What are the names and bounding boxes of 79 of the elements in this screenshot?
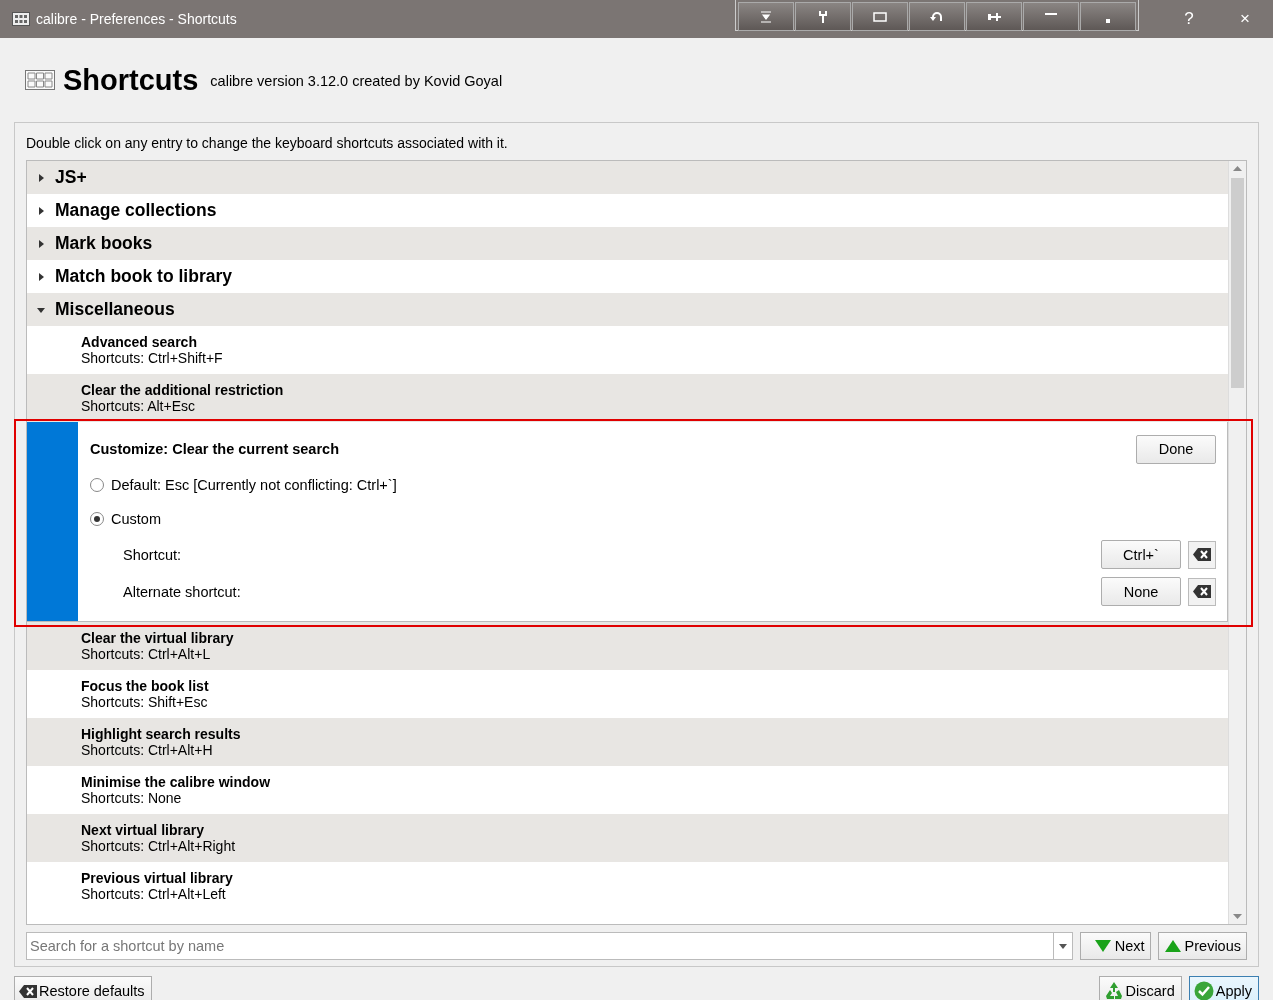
version-text: calibre version 3.12.0 created by Kovid Goyal bbox=[210, 73, 503, 89]
shortcut-name: Previous virtual library bbox=[81, 870, 233, 886]
shortcut-name: Clear the virtual library bbox=[81, 630, 234, 646]
search-field[interactable]: Search for a shortcut by name bbox=[26, 932, 1053, 960]
help-button[interactable]: ? bbox=[1161, 0, 1217, 38]
backspace-icon bbox=[1193, 585, 1211, 598]
toolbar-button[interactable] bbox=[795, 2, 851, 31]
field-label: Alternate shortcut: bbox=[123, 583, 242, 600]
radio-button[interactable] bbox=[90, 512, 104, 526]
window-title: calibre - Preferences - Shortcuts bbox=[36, 11, 238, 27]
toolbar-button[interactable] bbox=[909, 2, 965, 31]
shortcut-keys: Shortcuts: Ctrl+Alt+Right bbox=[81, 838, 236, 854]
shortcut-keys: Shortcuts: Shift+Esc bbox=[81, 694, 208, 710]
previous-button[interactable]: Previous bbox=[1157, 932, 1247, 960]
recycle-icon bbox=[1103, 981, 1124, 1000]
dropdown-button[interactable] bbox=[1052, 932, 1073, 960]
shortcut-keys: Shortcuts: Ctrl+Alt+L bbox=[81, 646, 211, 662]
tree-group[interactable]: JS+ bbox=[27, 161, 1228, 194]
toolbar-button[interactable] bbox=[966, 2, 1022, 31]
scrollbar[interactable] bbox=[1228, 161, 1246, 924]
group-label: JS+ bbox=[55, 167, 87, 188]
up-triangle-icon bbox=[1164, 940, 1181, 952]
shortcut-keys: Shortcuts: Ctrl+Shift+F bbox=[81, 350, 223, 366]
shortcut-name: Minimise the calibre window bbox=[81, 774, 271, 790]
clear-button[interactable] bbox=[1188, 540, 1216, 569]
shortcut-keys: Shortcuts: Alt+Esc bbox=[81, 398, 195, 414]
radio-button[interactable] bbox=[90, 478, 104, 492]
shortcut-keys: Shortcuts: None bbox=[81, 790, 182, 806]
done-button[interactable]: Done bbox=[1136, 434, 1216, 464]
apply-button[interactable]: Apply bbox=[1188, 976, 1259, 1000]
toolbar-button[interactable] bbox=[738, 2, 794, 31]
expanded-caret-icon[interactable] bbox=[37, 305, 45, 314]
toolbar-button[interactable] bbox=[1023, 2, 1079, 31]
group-label: Miscellaneous bbox=[55, 299, 175, 320]
next-button[interactable]: Next bbox=[1079, 932, 1151, 960]
radio-label[interactable]: Custom bbox=[111, 511, 161, 527]
page-title: Shortcuts bbox=[63, 63, 199, 97]
shortcut-name: Clear the additional restriction bbox=[81, 382, 284, 398]
shortcut-entry[interactable]: Next virtual library Shortcuts: Ctrl+Alt+Right bbox=[27, 814, 1228, 862]
toolbar-button[interactable] bbox=[1080, 2, 1136, 31]
keyboard-icon bbox=[12, 12, 30, 26]
shortcut-entry[interactable]: Clear the additional restriction Shortcuts: Alt+Esc bbox=[27, 374, 1228, 422]
shortcut-name: Focus the book list bbox=[81, 678, 209, 694]
shortcut-keys: Shortcuts: Ctrl+Alt+H bbox=[81, 742, 213, 758]
group-label: Mark books bbox=[55, 233, 153, 254]
close-button[interactable]: × bbox=[1217, 0, 1273, 38]
shortcut-name: Advanced search bbox=[81, 334, 197, 350]
shortcut-key-button[interactable]: None bbox=[1101, 577, 1181, 606]
shortcut-name: Next virtual library bbox=[81, 822, 204, 838]
radio-label[interactable]: Default: Esc [Currently not conflicting: Ctrl+`] bbox=[111, 477, 397, 493]
scroll-thumb[interactable] bbox=[1231, 178, 1244, 388]
caret-icon bbox=[1058, 943, 1067, 949]
group-label: Manage collections bbox=[55, 200, 217, 221]
minimize-icon bbox=[1045, 12, 1057, 15]
collapsed-caret-icon[interactable] bbox=[37, 272, 45, 281]
collapsed-caret-icon[interactable] bbox=[37, 206, 45, 215]
collapsed-caret-icon[interactable] bbox=[37, 239, 45, 248]
keyboard-icon bbox=[25, 70, 55, 90]
shortcut-keys: Shortcuts: Ctrl+Alt+Left bbox=[81, 886, 226, 902]
instructions-text: Double click on any entry to change the keyboard shortcuts associated with it. bbox=[26, 135, 508, 151]
restore-defaults-button[interactable]: Restore defaults bbox=[14, 976, 152, 1000]
backspace-icon bbox=[19, 984, 37, 998]
editor-title: Customize: Clear the current search bbox=[90, 441, 339, 457]
field-label: Shortcut: bbox=[123, 546, 183, 563]
collapsed-caret-icon[interactable] bbox=[37, 173, 45, 182]
tree-group[interactable]: Mark books bbox=[27, 227, 1228, 260]
discard-button[interactable]: Discard bbox=[1098, 976, 1182, 1000]
shortcut-entry[interactable]: Clear the virtual library Shortcuts: Ctrl+Alt+L bbox=[27, 622, 1228, 670]
checkmark-icon bbox=[1193, 981, 1214, 1000]
clear-button[interactable] bbox=[1188, 577, 1216, 606]
shortcut-name: Highlight search results bbox=[81, 726, 241, 742]
tree-group[interactable]: Miscellaneous bbox=[27, 293, 1228, 326]
collapse-icon bbox=[758, 8, 774, 25]
shortcut-entry[interactable]: Highlight search results Shortcuts: Ctrl+Alt+H bbox=[27, 718, 1228, 766]
down-triangle-icon bbox=[1094, 940, 1111, 952]
toolbar-button[interactable] bbox=[852, 2, 908, 31]
backspace-icon bbox=[1193, 548, 1211, 561]
shortcut-key-button[interactable]: Ctrl+` bbox=[1101, 540, 1181, 569]
group-label: Match book to library bbox=[55, 266, 232, 287]
